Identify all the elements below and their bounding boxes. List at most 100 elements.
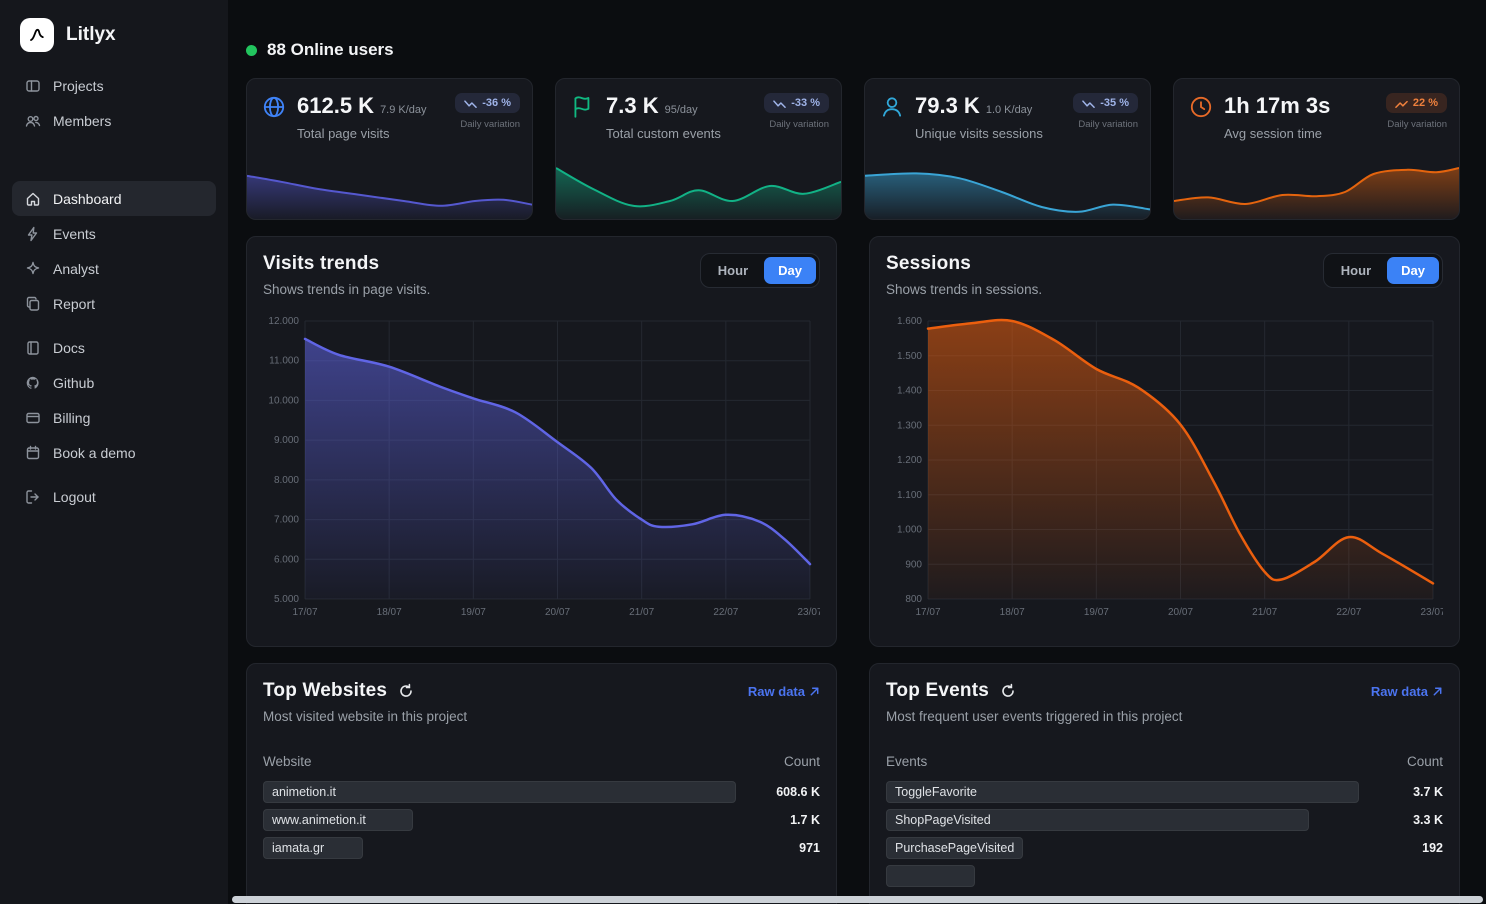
horizontal-scrollbar-thumb[interactable] <box>232 896 1483 903</box>
sidebar-item-members[interactable]: Members <box>12 103 216 138</box>
raw-data-link[interactable]: Raw data <box>748 684 820 699</box>
sessions-interval-toggle: Hour Day <box>1323 253 1443 288</box>
timer-icon <box>1188 94 1214 120</box>
app-name: Litlyx <box>66 24 116 46</box>
variation-value: -35 % <box>1100 97 1129 109</box>
stat-value: 1h 17m 3s <box>1224 93 1330 119</box>
stat-label: Total page visits <box>297 126 427 141</box>
row-label: www.animetion.it <box>272 813 366 827</box>
daily-variation-badge: -36 % <box>455 93 520 113</box>
stat-card-total-custom-events: 7.3 K 95/day Total custom events -33 % D… <box>555 78 842 220</box>
row-bar: www.animetion.it <box>263 809 413 831</box>
row-label: PurchasePageVisited <box>895 841 1014 855</box>
svg-text:18/07: 18/07 <box>377 607 402 618</box>
svg-text:22/07: 22/07 <box>1336 607 1361 618</box>
events-table-body: ToggleFavorite3.7 K ShopPageVisited 3.3 K P… <box>886 781 1443 887</box>
panel-subtitle: Most visited website in this project <box>263 709 820 724</box>
svg-text:900: 900 <box>905 559 922 570</box>
row-bar: ShopPageVisited <box>886 809 1309 831</box>
online-users-text: 88 Online users <box>267 40 394 60</box>
stat-card-avg-session-time: 1h 17m 3s Avg session time 22 % Daily va… <box>1173 78 1460 220</box>
row-bar: animetion.it <box>263 781 736 803</box>
row-label: ShopPageVisited <box>895 813 991 827</box>
sidebar-item-label: Book a demo <box>53 445 136 461</box>
table-row[interactable]: iamata.gr971 <box>263 837 820 859</box>
panel-title: Top Events <box>886 680 989 702</box>
table-row[interactable]: PurchasePageVisited 192 <box>886 837 1443 859</box>
variation-value: -36 % <box>482 97 511 109</box>
svg-text:9.000: 9.000 <box>274 435 299 446</box>
sidebar-item-billing[interactable]: Billing <box>12 400 216 435</box>
day-toggle-button[interactable]: Day <box>764 257 816 284</box>
stat-value: 7.3 K <box>606 93 659 119</box>
raw-data-label: Raw data <box>1371 684 1428 699</box>
variation-label: Daily variation <box>1387 119 1447 130</box>
svg-text:23/07: 23/07 <box>797 607 820 618</box>
raw-data-link[interactable]: Raw data <box>1371 684 1443 699</box>
svg-text:1.500: 1.500 <box>897 351 922 362</box>
svg-text:19/07: 19/07 <box>1084 607 1109 618</box>
hour-toggle-button[interactable]: Hour <box>704 257 762 284</box>
credit-card-icon <box>24 409 41 426</box>
app-logo[interactable]: Litlyx <box>12 18 216 52</box>
svg-text:17/07: 17/07 <box>292 607 317 618</box>
stat-card-unique-visits-sessions: 79.3 K 1.0 K/day Unique visits sessions … <box>864 78 1151 220</box>
github-icon <box>24 374 41 391</box>
sidebar-item-docs[interactable]: Docs <box>12 330 216 365</box>
table-row[interactable]: ShopPageVisited 3.3 K <box>886 809 1443 831</box>
row-count: 3.3 K <box>1413 813 1443 827</box>
refresh-icon[interactable] <box>398 683 414 699</box>
column-header-right: Count <box>1407 754 1443 769</box>
table-row[interactable]: ToggleFavorite3.7 K <box>886 781 1443 803</box>
column-header-left: Events <box>886 754 927 769</box>
sidebar-item-logout[interactable]: Logout <box>12 479 216 514</box>
sidebar: Litlyx Projects Members Dashboard Events… <box>0 0 228 904</box>
docs-icon <box>24 339 41 356</box>
bolt-icon <box>24 225 41 242</box>
column-header-left: Website <box>263 754 312 769</box>
day-toggle-button[interactable]: Day <box>1387 257 1439 284</box>
svg-text:1.100: 1.100 <box>897 490 922 501</box>
table-row[interactable]: www.animetion.it1.7 K <box>263 809 820 831</box>
tables-row: Top Websites Raw data Most visited websi… <box>246 663 1460 904</box>
variation-value: -33 % <box>791 97 820 109</box>
table-row[interactable]: animetion.it608.6 K <box>263 781 820 803</box>
svg-text:21/07: 21/07 <box>629 607 654 618</box>
sparkle-icon <box>24 260 41 277</box>
sessions-chart: 8009001.0001.1001.2001.3001.4001.5001.60… <box>886 313 1443 625</box>
table-row-partial <box>886 865 1443 887</box>
sidebar-item-label: Members <box>53 113 111 129</box>
sidebar-item-label: Github <box>53 375 94 391</box>
svg-text:23/07: 23/07 <box>1420 607 1443 618</box>
panel-subtitle: Shows trends in sessions. <box>886 282 1042 297</box>
sidebar-item-analyst[interactable]: Analyst <box>12 251 216 286</box>
hour-toggle-button[interactable]: Hour <box>1327 257 1385 284</box>
sidebar-item-report[interactable]: Report <box>12 286 216 321</box>
stats-row: 612.5 K 7.9 K/day Total page visits -36 … <box>246 78 1460 220</box>
sidebar-item-dashboard[interactable]: Dashboard <box>12 181 216 216</box>
copy-icon <box>24 295 41 312</box>
row-count: 192 <box>1422 841 1443 855</box>
svg-text:19/07: 19/07 <box>461 607 486 618</box>
svg-text:20/07: 20/07 <box>545 607 570 618</box>
svg-text:21/07: 21/07 <box>1252 607 1277 618</box>
stat-rate: 7.9 K/day <box>380 104 426 116</box>
sidebar-item-projects[interactable]: Projects <box>12 68 216 103</box>
sidebar-item-events[interactable]: Events <box>12 216 216 251</box>
refresh-icon[interactable] <box>1000 683 1016 699</box>
top-websites-panel: Top Websites Raw data Most visited websi… <box>246 663 837 904</box>
charts-row: Visits trends Shows trends in page visit… <box>246 236 1460 647</box>
visits-interval-toggle: Hour Day <box>700 253 820 288</box>
sidebar-item-github[interactable]: Github <box>12 365 216 400</box>
svg-text:1.600: 1.600 <box>897 316 922 327</box>
daily-variation-badge: -35 % <box>1073 93 1138 113</box>
sidebar-item-book-a-demo[interactable]: Book a demo <box>12 435 216 470</box>
stat-value: 612.5 K <box>297 93 374 119</box>
svg-text:18/07: 18/07 <box>1000 607 1025 618</box>
sidebar-item-label: Billing <box>53 410 90 426</box>
variation-label: Daily variation <box>1078 119 1138 130</box>
websites-table-body: animetion.it608.6 K www.animetion.it1.7 K… <box>263 781 820 859</box>
panel-title: Top Websites <box>263 680 387 702</box>
row-count: 3.7 K <box>1413 785 1443 799</box>
row-count: 971 <box>799 841 820 855</box>
